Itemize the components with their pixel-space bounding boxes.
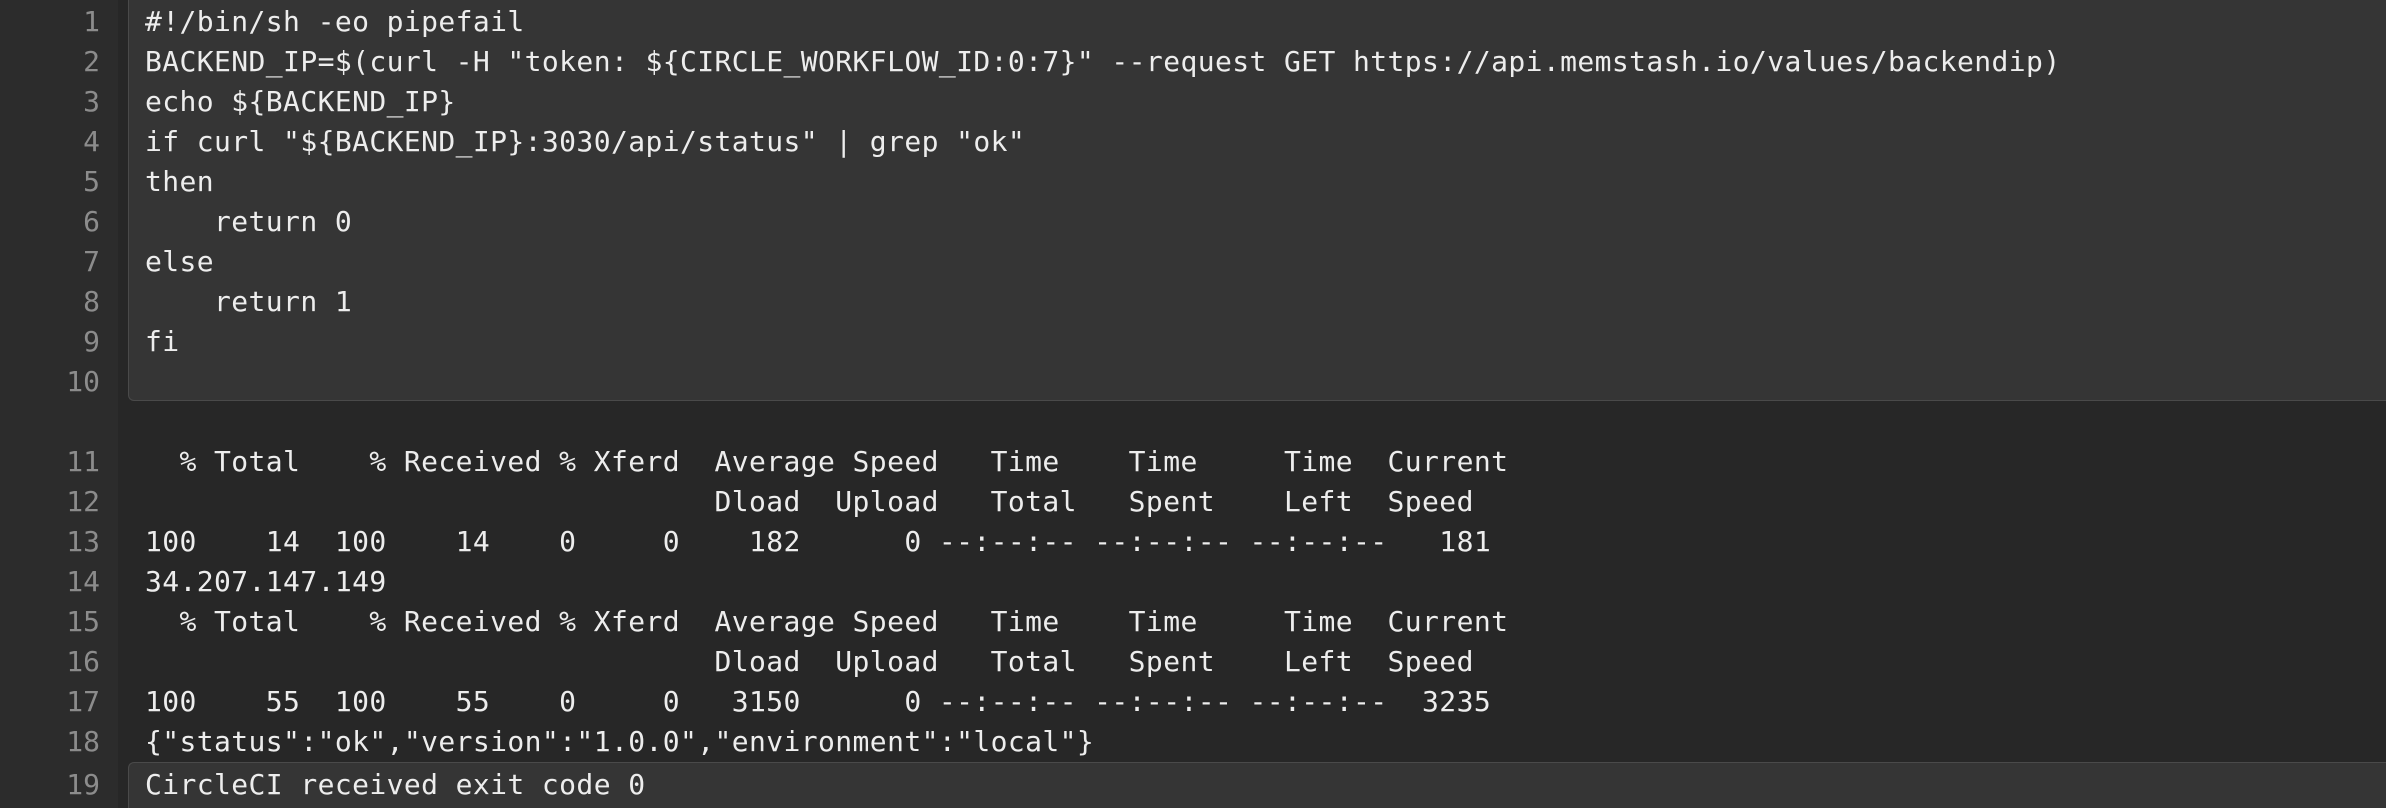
script-line: 8 return 1 <box>0 282 2386 322</box>
line-number: 12 <box>66 485 100 518</box>
script-line: 6 return 0 <box>0 202 2386 242</box>
output-line: 15 % Total % Received % Xferd Average Sp… <box>0 602 2386 642</box>
output-line: 17 100 55 100 55 0 0 3150 0 --:--:-- --:… <box>0 682 2386 722</box>
script-line: 7 else <box>0 242 2386 282</box>
script-line: 3 echo ${BACKEND_IP} <box>0 82 2386 122</box>
output-text: 34.207.147.149 <box>145 565 387 598</box>
output-line: 18 {"status":"ok","version":"1.0.0","env… <box>0 722 2386 762</box>
line-number: 17 <box>66 685 100 718</box>
script-line: 9 fi <box>0 322 2386 362</box>
line-number: 2 <box>83 45 100 78</box>
line-number: 14 <box>66 565 100 598</box>
script-line: 5 then <box>0 162 2386 202</box>
output-text: % Total % Received % Xferd Average Speed… <box>145 605 1509 638</box>
code-text: then <box>145 165 215 198</box>
line-number: 19 <box>66 768 100 801</box>
code-text: fi <box>145 325 180 358</box>
code-text: return 1 <box>145 285 353 318</box>
code-text: return 0 <box>145 205 353 238</box>
line-number: 1 <box>83 5 100 38</box>
script-line: 1 #!/bin/sh -eo pipefail <box>0 2 2386 42</box>
circleci-step-output: 1 #!/bin/sh -eo pipefail 2 BACKEND_IP=$(… <box>0 0 2386 808</box>
line-number: 10 <box>66 365 100 398</box>
code-text: BACKEND_IP=$(curl -H "token: ${CIRCLE_WO… <box>145 45 2061 78</box>
line-number: 15 <box>66 605 100 638</box>
line-number: 18 <box>66 725 100 758</box>
line-number: 8 <box>83 285 100 318</box>
line-number: 11 <box>66 445 100 478</box>
output-text: 100 14 100 14 0 0 182 0 --:--:-- --:--:-… <box>145 525 1492 558</box>
script-line: 4 if curl "${BACKEND_IP}:3030/api/status… <box>0 122 2386 162</box>
exit-code-line: 19 CircleCI received exit code 0 <box>0 765 2386 805</box>
line-number: 7 <box>83 245 100 278</box>
line-number: 3 <box>83 85 100 118</box>
line-number: 9 <box>83 325 100 358</box>
code-text: echo ${BACKEND_IP} <box>145 85 456 118</box>
line-number: 13 <box>66 525 100 558</box>
output-text: {"status":"ok","version":"1.0.0","enviro… <box>145 725 1095 758</box>
output-line: 11 % Total % Received % Xferd Average Sp… <box>0 442 2386 482</box>
line-number: 5 <box>83 165 100 198</box>
code-text: if curl "${BACKEND_IP}:3030/api/status" … <box>145 125 1026 158</box>
line-number: 4 <box>83 125 100 158</box>
line-number: 6 <box>83 205 100 238</box>
output-text: Dload Upload Total Spent Left Speed <box>145 485 1474 518</box>
script-line: 10 <box>0 362 2386 402</box>
exit-code-text: CircleCI received exit code 0 <box>145 768 646 801</box>
code-text: else <box>145 245 215 278</box>
output-text: 100 55 100 55 0 0 3150 0 --:--:-- --:--:… <box>145 685 1492 718</box>
code-text: #!/bin/sh -eo pipefail <box>145 5 525 38</box>
output-line: 16 Dload Upload Total Spent Left Speed <box>0 642 2386 682</box>
script-line: 2 BACKEND_IP=$(curl -H "token: ${CIRCLE_… <box>0 42 2386 82</box>
output-line: 12 Dload Upload Total Spent Left Speed <box>0 482 2386 522</box>
output-text: Dload Upload Total Spent Left Speed <box>145 645 1474 678</box>
output-line: 13 100 14 100 14 0 0 182 0 --:--:-- --:-… <box>0 522 2386 562</box>
line-number: 16 <box>66 645 100 678</box>
output-line: 14 34.207.147.149 <box>0 562 2386 602</box>
output-text: % Total % Received % Xferd Average Speed… <box>145 445 1509 478</box>
